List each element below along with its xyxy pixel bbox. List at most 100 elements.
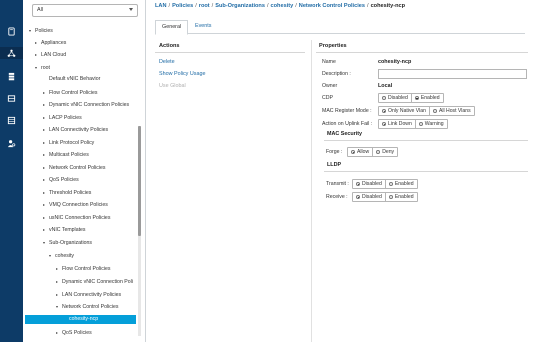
tree-item-lan-connectivity-policies[interactable]: ▸ LAN Connectivity Policies [43,125,108,134]
receive-disabled-radio[interactable]: Disabled [353,193,385,201]
breadcrumb-lan[interactable]: LAN [155,3,167,9]
radio-icon [418,122,423,126]
mac-security-divider [324,140,528,141]
radio-selected-icon [356,195,360,199]
tree-item-sub-organizations[interactable]: ▾ Sub-Organizations [43,238,92,247]
link-down-radio[interactable]: Link Down [379,120,415,128]
left-nav-bar [0,0,23,342]
content-pane: LAN / Policies / root / Sub-Organizations / cohe… [146,0,533,342]
tree-item-vmq-connection-policies[interactable]: ▸ VMQ Connection Policies [43,200,108,209]
storage-icon[interactable] [5,92,18,104]
forge-label: Forge : [326,149,343,155]
forge-radio-group: Allow Deny [347,147,399,157]
forge-allow-radio[interactable]: Allow [348,148,372,156]
tree-item-cohesity[interactable]: ▾ cohesity [49,251,74,260]
transmit-enabled-radio[interactable]: Enabled [384,180,417,188]
actions-title: Actions [159,43,180,49]
tree-item-usnic-connection-policies[interactable]: ▸ usNIC Connection Policies [43,213,110,222]
radio-selected-icon [382,122,386,126]
breadcrumb-root[interactable]: root [199,3,210,9]
breadcrumb-current: cohesity-ncp [370,3,406,9]
radio-icon [432,109,437,113]
transmit-disabled-radio[interactable]: Disabled [353,180,385,188]
tree-item-policies[interactable]: ▾ Policies [29,26,53,35]
tree-item-cohesity-flow-control-policies[interactable]: ▸ Flow Control Policies [56,264,110,273]
mac-security-title: MAC Security [327,131,363,137]
radio-selected-icon [382,109,386,113]
use-global-action: Use Global [159,83,186,89]
tree-item-cohesity-dynamic-vnic[interactable]: ▸ Dynamic vNIC Connection Poli [56,277,133,286]
properties-title: Properties [319,43,347,49]
owner-value: Local [378,83,393,89]
equipment-icon[interactable] [5,25,18,37]
radio-icon [388,195,393,199]
lldp-divider [324,171,528,172]
filter-value: All [37,7,43,13]
forge-deny-radio[interactable]: Deny [372,148,397,156]
tree-item-lacp-policies[interactable]: ▸ LACP Policies [43,113,82,122]
chevron-down-icon [129,8,133,11]
description-input[interactable] [378,69,527,79]
tree-item-cohesity-network-control[interactable]: ▾ Network Control Policies [56,302,119,311]
cdp-radio-group: Disabled Enabled [378,93,444,103]
owner-label: Owner [322,83,338,89]
tab-general[interactable]: General [155,20,189,35]
tree-item-appliances[interactable]: ▸ Appliances [35,38,66,47]
cdp-enabled-radio[interactable]: Enabled [410,94,443,102]
radio-selected-icon [351,150,355,154]
radio-selected-icon [356,182,360,186]
servers-icon[interactable] [5,70,18,82]
tree-item-flow-control-policies[interactable]: ▸ Flow Control Policies [43,88,97,97]
receive-radio-group: Disabled Enabled [352,192,418,202]
tree-item-vnic-templates[interactable]: ▸ vNIC Templates [43,225,86,234]
tab-divider [155,33,525,34]
tree-item-dynamic-vnic-connection-policies[interactable]: ▸ Dynamic vNIC Connection Policies [43,100,129,109]
tree-scrollbar-thumb[interactable] [138,126,141,236]
all-host-vlans-radio[interactable]: All Host Vlans [428,107,474,115]
tree-item-default-vnic-behavior[interactable]: Default vNIC Behavior [43,75,100,84]
tree-item-threshold-policies[interactable]: ▸ Threshold Policies [43,188,91,197]
tree-item-multicast-policies[interactable]: ▸ Multicast Policies [43,150,89,159]
description-label: Description : [322,71,351,77]
tree-item-lan-cloud[interactable]: ▸ LAN Cloud [35,50,66,59]
tree-item-cohesity-qos-policies[interactable]: ▸ QoS Policies [56,328,92,337]
only-native-vlan-radio[interactable]: Only Native Vlan [379,107,429,115]
radio-icon [388,182,393,186]
tree-item-network-control-policies[interactable]: ▸ Network Control Policies [43,163,106,172]
mac-register-mode-label: MAC Register Mode : [322,108,372,114]
breadcrumb: LAN / Policies / root / Sub-Organizations / cohe… [155,3,406,9]
breadcrumb-sub-organizations[interactable]: Sub-Organizations [215,3,265,9]
tab-events[interactable]: Events [189,20,217,33]
warning-radio[interactable]: Warning [414,120,447,128]
transmit-label: Transmit : [326,181,349,187]
vm-icon[interactable] [5,114,18,126]
receive-enabled-radio[interactable]: Enabled [384,193,417,201]
breadcrumb-cohesity[interactable]: cohesity [271,3,294,9]
admin-icon[interactable] [5,137,18,149]
show-policy-usage-action[interactable]: Show Policy Usage [159,71,205,77]
actions-divider [155,52,305,53]
lldp-title: LLDP [327,162,342,168]
network-icon[interactable] [0,47,23,59]
properties-divider [316,52,528,53]
tree-item-link-protocol-policy[interactable]: ▸ Link Protocol Policy [43,138,94,147]
cdp-disabled-radio[interactable]: Disabled [379,94,411,102]
radio-icon [376,150,381,154]
uplink-fail-radio-group: Link Down Warning [378,119,448,129]
pane-divider [311,40,312,342]
filter-dropdown[interactable]: All [32,4,138,17]
breadcrumb-network-control-policies[interactable]: Network Control Policies [299,3,365,9]
name-value: cohesity-ncp [378,59,412,65]
tree-item-cohesity-lan-connectivity[interactable]: ▸ LAN Connectivity Policies [56,290,121,299]
tree-item-cohesity-ncp[interactable]: cohesity-ncp [25,315,136,324]
transmit-radio-group: Disabled Enabled [352,179,418,189]
tree-item-qos-policies[interactable]: ▸ QoS Policies [43,175,79,184]
breadcrumb-policies[interactable]: Policies [172,3,193,9]
tree-item-root[interactable]: ▾ root [35,63,50,72]
cdp-label: CDP [322,95,333,101]
radio-selected-icon [414,96,419,100]
delete-action[interactable]: Delete [159,59,175,65]
radio-icon [382,96,386,100]
name-label: Name [322,59,336,65]
navigation-tree-pane: All ▾ Policies ▸ Appliances ▸ LAN Cloud ▾ ro… [23,0,146,342]
